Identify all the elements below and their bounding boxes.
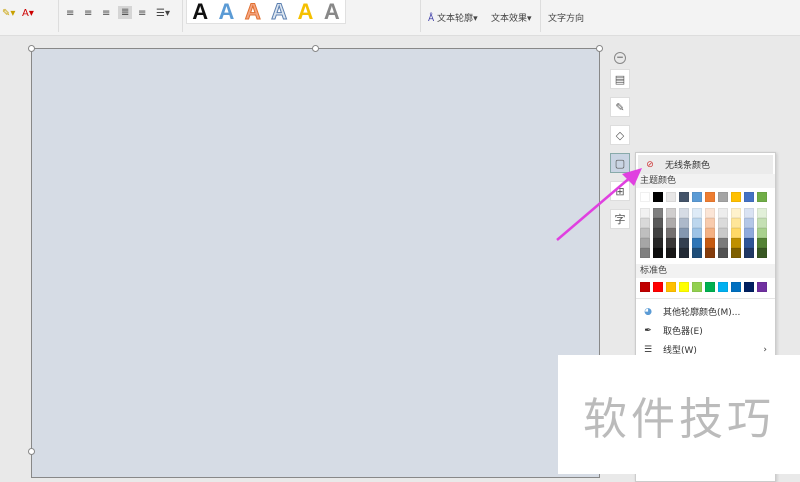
watermark: 软件技巧 <box>558 355 800 474</box>
